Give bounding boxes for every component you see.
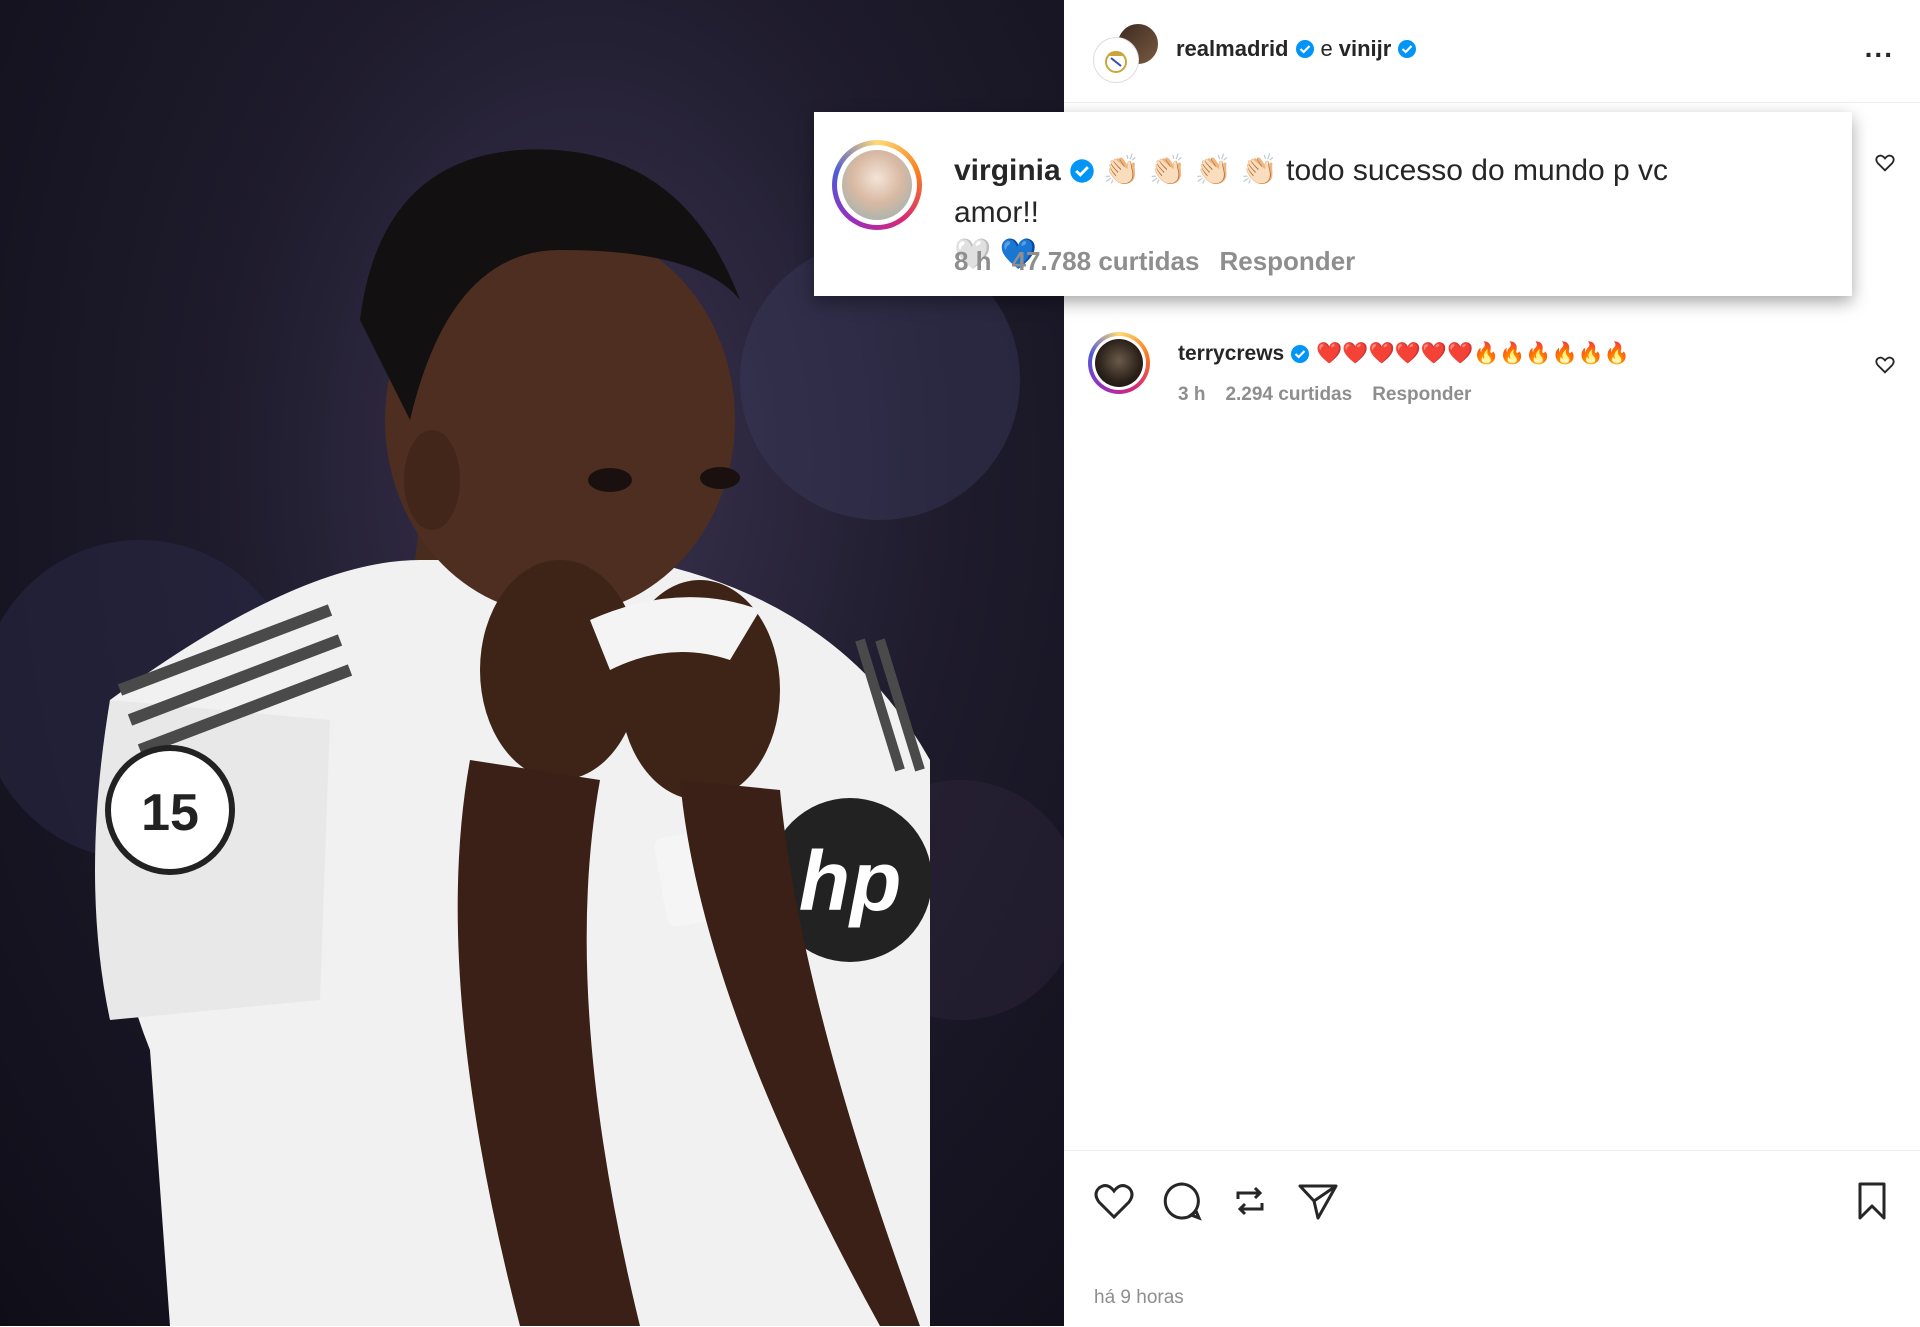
like-comment-heart-icon[interactable]	[1874, 152, 1896, 174]
comment-likes[interactable]: 47.788 curtidas	[1012, 246, 1200, 277]
comment-likes[interactable]: 2.294 curtidas	[1225, 384, 1352, 406]
comment-text: ❤️❤️❤️❤️❤️❤️🔥🔥🔥🔥🔥🔥	[1316, 342, 1631, 365]
owner-username-realmadrid[interactable]: realmadrid	[1176, 36, 1289, 62]
comment-time: 3 h	[1178, 384, 1206, 405]
comment-bubble-icon[interactable]	[1160, 1179, 1204, 1223]
verified-badge-icon	[1291, 345, 1310, 363]
comment-username[interactable]: virginia	[954, 154, 1061, 187]
commenter-avatar[interactable]	[1088, 332, 1150, 394]
highlighted-comment-card: virginia 👏🏻 👏🏻 👏🏻 👏🏻 todo sucesso do mun…	[814, 112, 1852, 296]
comment-emojis-lead: 👏🏻 👏🏻 👏🏻 👏🏻	[1103, 154, 1278, 187]
post-action-bar: há 9 horas	[1064, 1150, 1920, 1327]
commenter-avatar[interactable]	[832, 140, 922, 230]
svg-text:15: 15	[141, 784, 199, 842]
heart-icon[interactable]	[1092, 1179, 1136, 1223]
more-options-button[interactable]: ...	[1865, 34, 1894, 62]
owner-separator: e	[1320, 36, 1333, 61]
bookmark-icon[interactable]	[1850, 1179, 1894, 1223]
post-owners: realmadrid e vinijr	[1176, 36, 1417, 62]
comment-time: 8 h	[954, 246, 992, 276]
post-timestamp[interactable]: há 9 horas	[1094, 1287, 1184, 1309]
svg-text:hp: hp	[799, 834, 902, 928]
realmadrid-avatar[interactable]	[1094, 38, 1138, 82]
verified-badge-icon	[1070, 159, 1094, 183]
comment-text: todo sucesso do mundo p vc amor!!	[954, 154, 1669, 229]
post-header: realmadrid e vinijr ...	[1064, 0, 1920, 103]
owner-username-vinijr[interactable]: vinijr	[1339, 36, 1392, 62]
verified-badge-icon	[1295, 40, 1314, 58]
comment-meta: 3 h 2.294 curtidas Responder	[1178, 384, 1471, 406]
comment-body: terrycrews ❤️❤️❤️❤️❤️❤️🔥🔥🔥🔥🔥🔥	[1178, 342, 1630, 366]
collab-avatars[interactable]	[1094, 22, 1164, 82]
comment-reply-button[interactable]: Responder	[1372, 384, 1471, 406]
like-comment-heart-icon[interactable]	[1874, 354, 1896, 376]
verified-badge-icon	[1398, 40, 1417, 58]
paper-plane-icon[interactable]	[1296, 1179, 1340, 1223]
comment-username[interactable]: terrycrews	[1178, 342, 1284, 366]
real-madrid-crest-icon	[1105, 51, 1127, 73]
comment-reply-button[interactable]: Responder	[1219, 246, 1355, 277]
comment-meta: 8 h 47.788 curtidas Responder	[954, 246, 1355, 277]
repost-icon[interactable]	[1228, 1179, 1272, 1223]
